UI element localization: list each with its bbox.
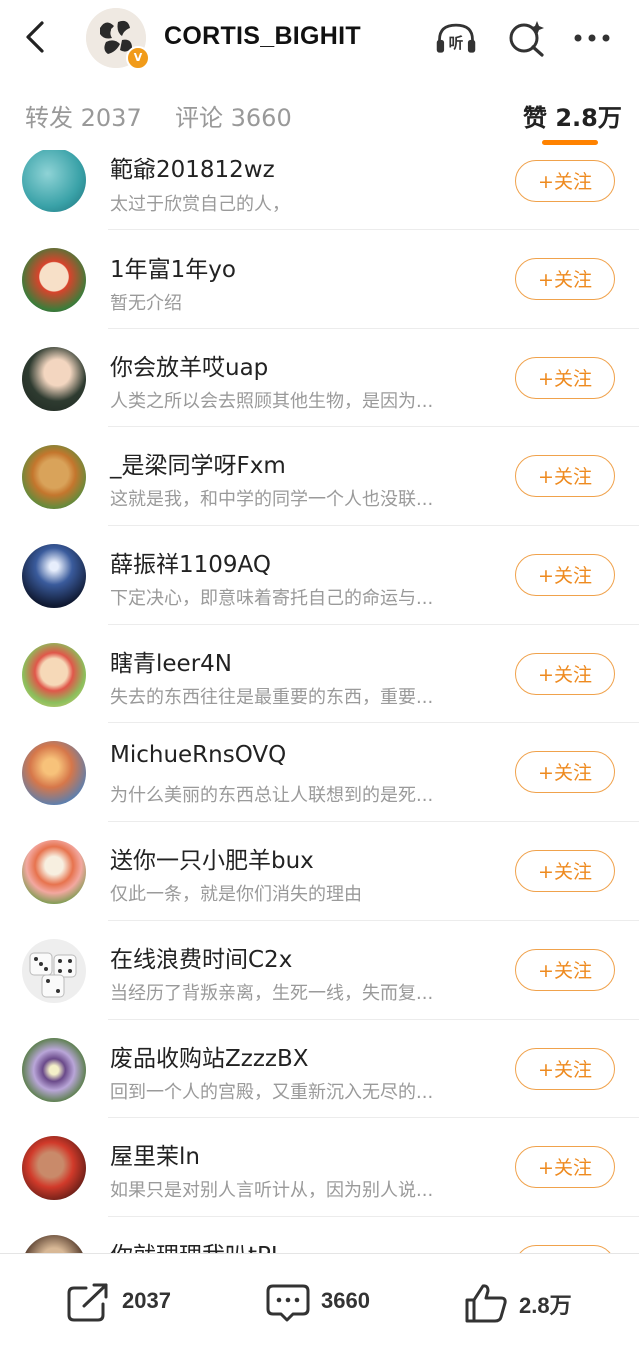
user-avatar[interactable] bbox=[22, 741, 86, 806]
tab-reposts[interactable]: 转发 2037 bbox=[25, 98, 142, 133]
dice-icon bbox=[29, 952, 77, 998]
user-desc: 当经历了背叛亲离，生死一线，失而复... bbox=[110, 982, 434, 1004]
user-avatar[interactable] bbox=[22, 544, 86, 609]
user-avatar[interactable] bbox=[22, 1037, 86, 1102]
comment-count: 3660 bbox=[321, 1288, 370, 1313]
follow-button[interactable]: +关注 bbox=[515, 1244, 615, 1253]
follow-button[interactable]: +关注 bbox=[515, 1146, 615, 1189]
user-avatar[interactable] bbox=[22, 150, 86, 212]
user-avatar[interactable] bbox=[22, 1234, 86, 1253]
user-avatar[interactable] bbox=[22, 445, 86, 510]
more-icon[interactable] bbox=[570, 18, 614, 58]
user-name[interactable]: _是梁同学呀Fxm bbox=[110, 446, 286, 480]
user-avatar[interactable] bbox=[22, 1136, 86, 1201]
user-desc: 如果只是对别人言听计从，因为别人说... bbox=[110, 1180, 434, 1202]
thumbs-up-icon bbox=[465, 1284, 507, 1323]
tab-likes[interactable]: 赞 2.8万 bbox=[523, 98, 622, 133]
tab-label: 赞 bbox=[523, 104, 547, 132]
comment-button[interactable]: 3660 bbox=[265, 1282, 395, 1322]
user-name[interactable]: 1年富1年yo bbox=[110, 250, 236, 284]
user-avatar[interactable] bbox=[22, 346, 86, 411]
list-item[interactable]: 送你一只小肥羊bux 仅此一条，就是你们消失的理由 +关注 bbox=[0, 822, 639, 921]
user-desc: 人类之所以会去照顾其他生物，是因为... bbox=[110, 390, 434, 412]
list-item[interactable]: 範爺201812wz 太过于欣赏自己的人， +关注 bbox=[0, 150, 639, 230]
user-avatar[interactable] bbox=[22, 840, 86, 905]
listen-label: 听 bbox=[449, 34, 464, 52]
verified-badge: V bbox=[126, 46, 150, 70]
user-desc: 太过于欣赏自己的人， bbox=[110, 194, 290, 215]
list-item[interactable]: 1年富1年yo 暂无介绍 +关注 bbox=[0, 230, 639, 329]
follow-button[interactable]: +关注 bbox=[515, 751, 615, 794]
list-item[interactable]: 屋里茉ln 如果只是对别人言听计从，因为别人说... +关注 bbox=[0, 1118, 639, 1217]
list-item[interactable]: 瞎青leer4N 失去的东西往往是最重要的东西，重要... +关注 bbox=[0, 625, 639, 724]
user-desc: 这就是我，和中学的同学一个人也没联... bbox=[110, 489, 434, 511]
repost-icon bbox=[67, 1283, 108, 1322]
user-name[interactable]: MichueRnsOVQ bbox=[110, 742, 286, 768]
user-desc: 失去的东西往往是最重要的东西，重要... bbox=[110, 686, 434, 708]
user-desc: 为什么美丽的东西总让人联想到的是死... bbox=[110, 785, 434, 807]
follow-button[interactable]: +关注 bbox=[515, 1047, 615, 1090]
active-tab-indicator bbox=[542, 140, 598, 145]
list-item[interactable]: 你会放羊哎uap 人类之所以会去照顾其他生物，是因为... +关注 bbox=[0, 329, 639, 428]
account-avatar[interactable]: V bbox=[86, 8, 150, 70]
tab-label: 转发 bbox=[25, 104, 73, 132]
repost-count: 2037 bbox=[122, 1288, 171, 1313]
user-desc: 暂无介绍 bbox=[110, 293, 182, 314]
user-name[interactable]: 在线浪费时间C2x bbox=[110, 940, 292, 974]
follow-button[interactable]: +关注 bbox=[515, 850, 615, 893]
bottom-action-bar: 2037 3660 2.8万 bbox=[0, 1253, 639, 1348]
list-item[interactable]: MichueRnsOVQ 为什么美丽的东西总让人联想到的是死... +关注 bbox=[0, 723, 639, 823]
tab-bar: 转发 2037 评论 3660 赞 2.8万 bbox=[0, 76, 639, 150]
follow-button[interactable]: +关注 bbox=[515, 356, 615, 399]
user-avatar[interactable] bbox=[22, 938, 86, 1003]
back-icon[interactable] bbox=[18, 20, 52, 54]
user-name[interactable]: 瞎青leer4N bbox=[110, 644, 232, 678]
comment-icon bbox=[266, 1284, 310, 1322]
list-item[interactable]: _是梁同学呀Fxm 这就是我，和中学的同学一个人也没联... +关注 bbox=[0, 427, 639, 527]
follow-button[interactable]: +关注 bbox=[515, 948, 615, 991]
search-icon[interactable] bbox=[504, 18, 548, 58]
follow-button[interactable]: +关注 bbox=[515, 258, 615, 300]
list-item[interactable]: 薛振祥1109AQ 下定决心，即意味着寄托自己的命运与... +关注 bbox=[0, 526, 639, 625]
user-name[interactable]: 薛振祥1109AQ bbox=[110, 545, 271, 579]
follow-button[interactable]: +关注 bbox=[515, 455, 615, 498]
repost-button[interactable]: 2037 bbox=[66, 1282, 196, 1322]
user-name[interactable]: 範爺201812wz bbox=[110, 150, 275, 184]
tab-count: 3660 bbox=[230, 104, 292, 132]
follow-button[interactable]: +关注 bbox=[515, 160, 615, 202]
tab-label: 评论 bbox=[175, 104, 223, 132]
page-title: CORTIS_BIGHIT bbox=[164, 22, 361, 50]
list-item[interactable]: 在线浪费时间C2x 当经历了背叛亲离，生死一线，失而复... +关注 bbox=[0, 921, 639, 1020]
user-desc: 下定决心，即意味着寄托自己的命运与... bbox=[110, 588, 434, 610]
user-name[interactable]: 送你一只小肥羊bux bbox=[110, 841, 314, 875]
user-name[interactable]: 你就理理我叭tPJ bbox=[110, 1236, 278, 1253]
user-desc: 仅此一条，就是你们消失的理由 bbox=[110, 884, 362, 906]
list-item[interactable]: 废品收购站ZzzzBX 回到一个人的宫殿，又重新沉入无尽的... +关注 bbox=[0, 1020, 639, 1119]
user-desc: 回到一个人的宫殿，又重新沉入无尽的... bbox=[110, 1081, 434, 1103]
list-item[interactable]: 你就理理我叭tPJ +关注 bbox=[0, 1217, 639, 1253]
tab-count: 2.8万 bbox=[555, 104, 622, 132]
like-count: 2.8万 bbox=[519, 1293, 572, 1318]
tab-count: 2037 bbox=[80, 104, 142, 132]
likers-list[interactable]: 範爺201812wz 太过于欣赏自己的人， +关注 1年富1年yo 暂无介绍 +… bbox=[0, 150, 639, 1253]
user-name[interactable]: 你会放羊哎uap bbox=[110, 348, 268, 382]
tab-comments[interactable]: 评论 3660 bbox=[175, 98, 292, 133]
follow-button[interactable]: +关注 bbox=[515, 652, 615, 695]
follow-button[interactable]: +关注 bbox=[515, 554, 615, 597]
user-name[interactable]: 废品收购站ZzzzBX bbox=[110, 1039, 309, 1073]
user-name[interactable]: 屋里茉ln bbox=[110, 1137, 200, 1171]
user-avatar[interactable] bbox=[22, 248, 86, 312]
listen-icon[interactable]: 听 bbox=[434, 18, 478, 58]
like-button[interactable]: 2.8万 bbox=[463, 1282, 593, 1323]
user-avatar[interactable] bbox=[22, 642, 86, 707]
top-bar: V CORTIS_BIGHIT 听 bbox=[0, 0, 639, 77]
